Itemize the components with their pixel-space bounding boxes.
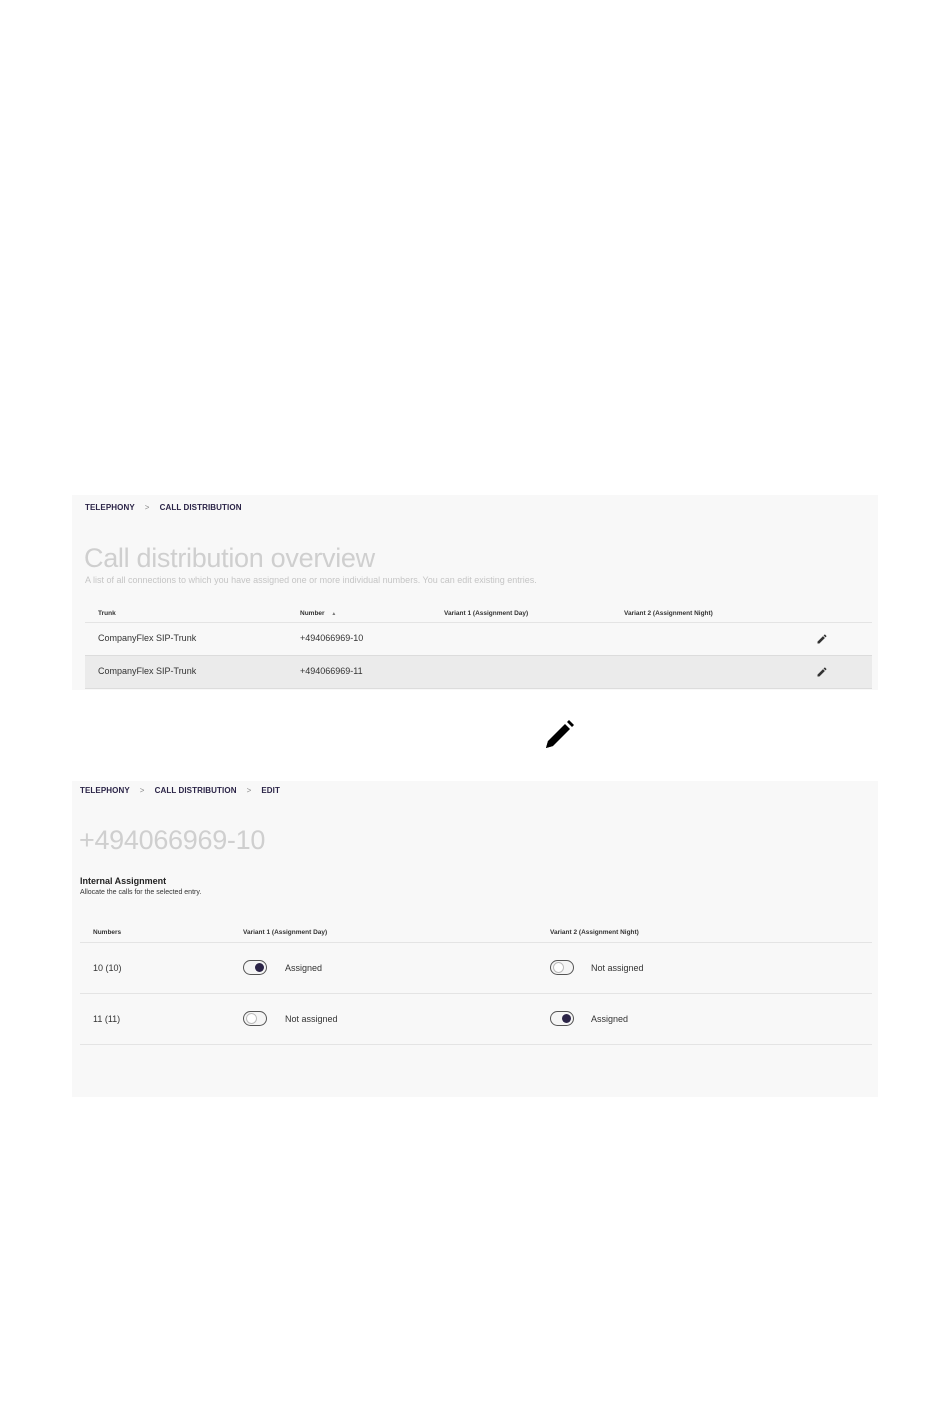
variant2-toggle[interactable] (550, 1011, 574, 1026)
column-header-variant1[interactable]: Variant 1 (Assignment Day) (444, 610, 528, 617)
table-row[interactable]: CompanyFlex SIP-Trunk +494066969-11 (85, 656, 872, 689)
trunk-cell: CompanyFlex SIP-Trunk (98, 666, 197, 676)
breadcrumb-separator: > (139, 786, 145, 795)
page-subtitle: A list of all connections to which you h… (85, 575, 537, 585)
page-title: +494066969-10 (79, 825, 266, 855)
column-header-variant1: Variant 1 (Assignment Day) (243, 929, 328, 936)
variant1-toggle[interactable] (243, 960, 267, 975)
trunk-cell: CompanyFlex SIP-Trunk (98, 633, 197, 643)
variant2-status: Assigned (591, 1014, 629, 1024)
breadcrumb-call-distribution[interactable]: CALL DISTRIBUTION (160, 503, 242, 512)
section-description: Allocate the calls for the selected entr… (80, 889, 202, 896)
variant2-toggle[interactable] (550, 960, 574, 975)
section-title: Internal Assignment (80, 876, 167, 886)
toggle-knob (255, 962, 264, 972)
number-cell: +494066969-10 (300, 633, 364, 643)
number-cell: 10 (10) (93, 963, 122, 973)
breadcrumb-edit: EDIT (261, 786, 280, 795)
table-header: Trunk Number ▲ Variant 1 (Assignment Day… (85, 608, 872, 623)
pencil-icon[interactable] (816, 633, 828, 645)
column-header-variant2[interactable]: Variant 2 (Assignment Night) (624, 610, 713, 617)
column-header-numbers: Numbers (93, 929, 122, 936)
toggle-knob (553, 962, 564, 973)
table-row: 11 (11) Not assigned Assigned (80, 994, 872, 1045)
breadcrumb-separator: > (246, 786, 252, 795)
call-distribution-edit-panel: TELEPHONY > CALL DISTRIBUTION > EDIT +49… (72, 781, 878, 1097)
pencil-icon (546, 720, 574, 748)
column-header-number[interactable]: Number ▲ (300, 610, 336, 617)
table-row[interactable]: CompanyFlex SIP-Trunk +494066969-10 (85, 623, 872, 656)
call-distribution-overview-panel: TELEPHONY > CALL DISTRIBUTION Call distr… (72, 495, 878, 690)
variant1-status: Not assigned (285, 1014, 338, 1024)
breadcrumb: TELEPHONY > CALL DISTRIBUTION (85, 503, 242, 512)
variant1-status: Assigned (285, 963, 323, 973)
toggle-knob (562, 1013, 571, 1023)
breadcrumb: TELEPHONY > CALL DISTRIBUTION > EDIT (80, 786, 280, 795)
toggle-knob (246, 1013, 257, 1024)
pencil-icon[interactable] (816, 666, 828, 678)
page-title: Call distribution overview (84, 543, 375, 573)
breadcrumb-separator: > (144, 503, 150, 512)
column-header-variant2: Variant 2 (Assignment Night) (550, 929, 639, 936)
column-header-trunk[interactable]: Trunk (98, 610, 116, 617)
variant2-status: Not assigned (591, 963, 644, 973)
column-header-number-label: Number (300, 610, 325, 617)
table-row: 10 (10) Assigned Not assigned (80, 943, 872, 994)
variant1-toggle[interactable] (243, 1011, 267, 1026)
breadcrumb-telephony[interactable]: TELEPHONY (80, 786, 130, 795)
breadcrumb-call-distribution[interactable]: CALL DISTRIBUTION (155, 786, 237, 795)
number-cell: 11 (11) (93, 1014, 121, 1024)
breadcrumb-telephony[interactable]: TELEPHONY (85, 503, 135, 512)
number-cell: +494066969-11 (300, 666, 363, 676)
sort-asc-icon: ▲ (331, 611, 337, 617)
table-header: Numbers Variant 1 (Assignment Day) Varia… (80, 927, 872, 943)
